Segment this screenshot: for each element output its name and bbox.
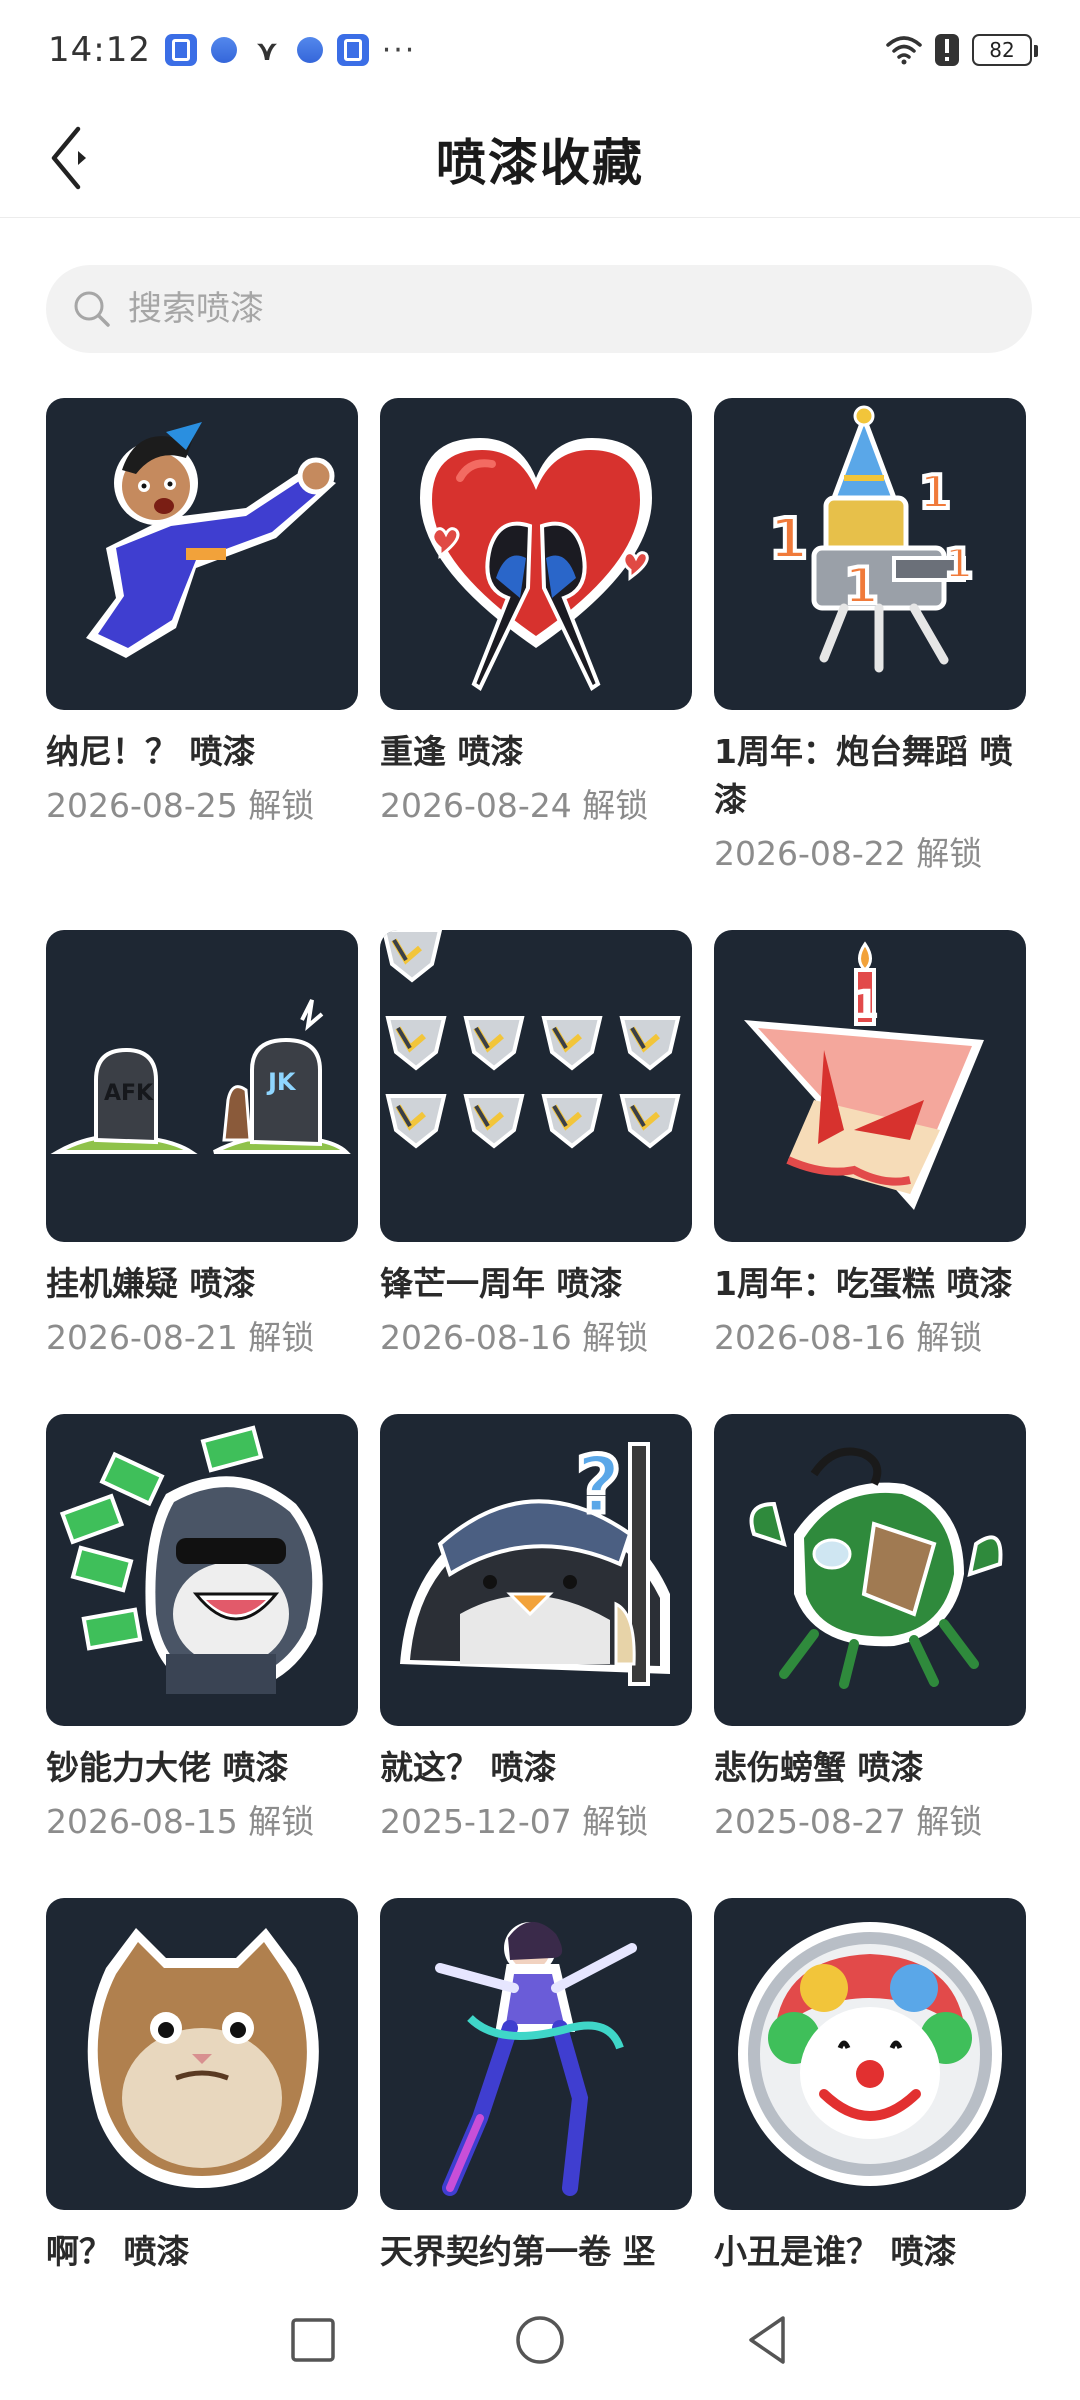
spray-card[interactable]: 天界契约第一卷 坚 bbox=[380, 1898, 692, 2278]
spray-name: 锋芒一周年 喷漆 bbox=[380, 1264, 623, 1303]
badges-spray-art bbox=[381, 930, 692, 1242]
spray-unlock-date: 2025-08-27 解锁 bbox=[714, 1802, 983, 1841]
spray-name: 天界契约第一卷 坚 bbox=[380, 2232, 656, 2271]
svg-text:1: 1 bbox=[919, 465, 951, 519]
back-button[interactable] bbox=[40, 122, 104, 194]
spray-card[interactable]: ? 就这？ 喷漆 2025-12-07 解锁 bbox=[380, 1414, 692, 1846]
svg-text:1: 1 bbox=[944, 539, 973, 588]
spray-thumbnail: AFK JK bbox=[46, 930, 358, 1242]
spray-thumbnail bbox=[46, 1414, 358, 1726]
svg-text:JK: JK bbox=[266, 1068, 297, 1096]
spray-card[interactable]: 纳尼！？ 喷漆 2026-08-25 解锁 bbox=[46, 398, 358, 878]
spray-unlock-date: 2026-08-15 解锁 bbox=[46, 1802, 315, 1841]
spray-thumbnail bbox=[380, 1898, 692, 2210]
svg-text:AFK: AFK bbox=[104, 1081, 154, 1106]
chevron-left-icon bbox=[51, 126, 86, 190]
spray-card[interactable]: 重逢 喷漆 2026-08-24 解锁 bbox=[380, 398, 692, 878]
spray-name: 1周年：吃蛋糕 喷漆 bbox=[714, 1264, 1013, 1303]
status-bar: 14:12 ⋎ ··· 82 bbox=[0, 0, 1080, 100]
battery-level: 82 bbox=[989, 38, 1015, 62]
spray-thumbnail bbox=[46, 398, 358, 710]
spray-card[interactable]: 啊？ 喷漆 bbox=[46, 1898, 358, 2278]
spray-thumbnail bbox=[46, 1898, 358, 2210]
recents-square-icon bbox=[291, 2318, 336, 2362]
spray-name: 挂机嫌疑 喷漆 bbox=[46, 1264, 256, 1303]
clown-spray-art bbox=[738, 1922, 1002, 2186]
search-input[interactable] bbox=[128, 289, 1008, 329]
svg-text:1: 1 bbox=[844, 557, 879, 615]
vivo-icon: ⋎ bbox=[255, 33, 279, 67]
spray-card[interactable]: 悲伤螃蟹 喷漆 2025-08-27 解锁 bbox=[714, 1414, 1026, 1846]
app-notification-icon bbox=[336, 34, 369, 66]
money-penguin-spray-art bbox=[59, 1425, 323, 1694]
gem-icon bbox=[205, 31, 243, 69]
gem-icon bbox=[291, 31, 329, 69]
spray-card[interactable]: 1 1周年：吃蛋糕 喷漆 2026-08-16 解锁 bbox=[714, 930, 1026, 1362]
spray-card[interactable]: 小丑是谁？ 喷漆 bbox=[714, 1898, 1026, 2278]
shocked-agent-spray-art bbox=[86, 422, 336, 658]
spray-thumbnail bbox=[380, 398, 692, 710]
spray-card[interactable]: AFK JK 挂机嫌疑 喷漆 2026-08-21 解锁 bbox=[46, 930, 358, 1362]
svg-text:1: 1 bbox=[769, 507, 808, 572]
battery-icon: 82 bbox=[972, 34, 1038, 66]
recents-button[interactable] bbox=[273, 2300, 353, 2380]
spray-unlock-date: 2026-08-21 解锁 bbox=[46, 1318, 315, 1357]
system-nav-bar bbox=[0, 2280, 1080, 2400]
spray-name: 小丑是谁？ 喷漆 bbox=[714, 2232, 957, 2271]
afk-graves-spray-art: AFK JK bbox=[50, 999, 351, 1154]
spray-thumbnail bbox=[714, 1414, 1026, 1726]
app-header: 喷漆收藏 bbox=[0, 100, 1080, 218]
spray-card[interactable]: 锋芒一周年 喷漆 2026-08-16 解锁 bbox=[380, 930, 692, 1362]
alert-icon bbox=[935, 34, 959, 66]
spray-name: 悲伤螃蟹 喷漆 bbox=[714, 1748, 924, 1787]
magpies-heart-spray-art bbox=[420, 438, 652, 691]
spray-card[interactable]: 钞能力大佬 喷漆 2026-08-15 解锁 bbox=[46, 1414, 358, 1846]
spray-unlock-date: 2026-08-25 解锁 bbox=[46, 786, 315, 825]
grumpy-cat-spray-art bbox=[87, 1928, 319, 2188]
notification-icons: ⋎ ··· bbox=[164, 31, 417, 69]
svg-text:?: ? bbox=[576, 1441, 621, 1531]
sad-crab-spray-art bbox=[749, 1447, 1003, 1689]
turret-party-spray-art: 1 1 1 1 bbox=[767, 405, 975, 673]
spray-thumbnail bbox=[714, 1898, 1026, 2210]
app-notification-icon bbox=[164, 34, 197, 66]
search-bar[interactable] bbox=[46, 265, 1032, 353]
spray-name: 1周年：炮台舞蹈 喷漆 bbox=[714, 732, 1013, 819]
back-triangle-icon bbox=[748, 2316, 785, 2364]
svg-text:1: 1 bbox=[852, 982, 880, 1028]
home-button[interactable] bbox=[500, 2300, 580, 2380]
spray-thumbnail bbox=[380, 930, 692, 1242]
spray-grid: 纳尼！？ 喷漆 2026-08-25 解锁 重逢 喷漆 2026-08-24 解… bbox=[46, 398, 1046, 2278]
wifi-icon bbox=[886, 36, 922, 65]
spray-thumbnail: ? bbox=[380, 1414, 692, 1726]
spray-unlock-date: 2026-08-22 解锁 bbox=[714, 834, 983, 873]
spray-unlock-date: 2026-08-24 解锁 bbox=[380, 786, 649, 825]
spray-unlock-date: 2026-08-16 解锁 bbox=[714, 1318, 983, 1357]
spray-name: 重逢 喷漆 bbox=[380, 732, 524, 771]
cake-spray-art: 1 bbox=[744, 941, 984, 1210]
back-nav-button[interactable] bbox=[727, 2300, 807, 2380]
spray-thumbnail: 1 1 1 1 bbox=[714, 398, 1026, 710]
more-dots-icon: ··· bbox=[381, 32, 417, 68]
spray-name: 就这？ 喷漆 bbox=[380, 1748, 557, 1787]
spray-unlock-date: 2026-08-16 解锁 bbox=[380, 1318, 649, 1357]
spray-unlock-date: 2025-12-07 解锁 bbox=[380, 1802, 649, 1841]
spray-thumbnail: 1 bbox=[714, 930, 1026, 1242]
search-icon bbox=[74, 291, 110, 327]
spray-name: 钞能力大佬 喷漆 bbox=[46, 1748, 289, 1787]
question-penguin-spray-art: ? bbox=[400, 1439, 670, 1686]
spray-name: 纳尼！？ 喷漆 bbox=[46, 732, 256, 771]
status-time: 14:12 bbox=[48, 30, 151, 70]
dancer-spray-art bbox=[435, 1921, 637, 2196]
page-title: 喷漆收藏 bbox=[436, 133, 644, 192]
home-circle-icon bbox=[516, 2316, 564, 2364]
spray-card[interactable]: 1 1 1 1 1周年：炮台舞蹈 喷漆 2026-08-22 解锁 bbox=[714, 398, 1026, 878]
spray-name: 啊？ 喷漆 bbox=[46, 2232, 190, 2271]
